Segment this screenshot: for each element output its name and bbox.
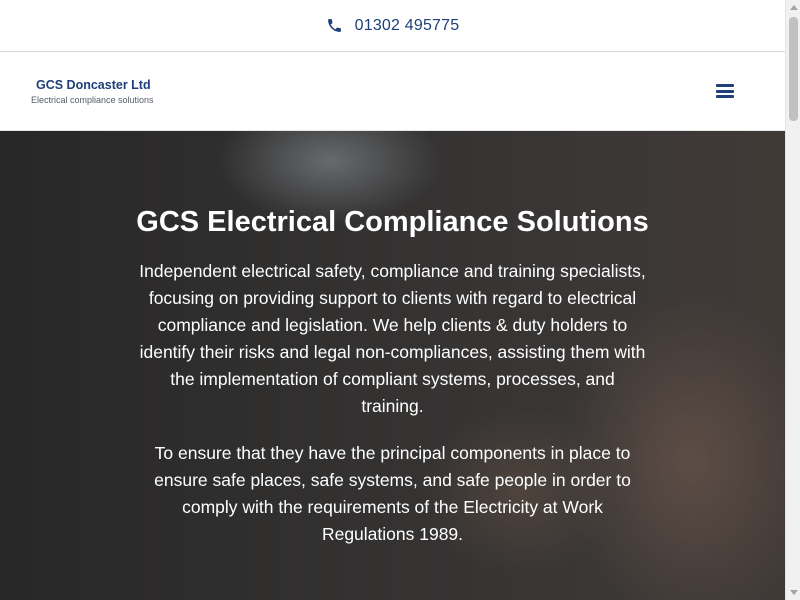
scrollbar-thumb[interactable] bbox=[789, 17, 798, 121]
top-contact-bar: 01302 495775 bbox=[0, 0, 785, 52]
page: 01302 495775 GCS Doncaster Ltd Electrica… bbox=[0, 0, 785, 600]
scroll-up-arrow-icon[interactable] bbox=[786, 0, 800, 15]
site-header: GCS Doncaster Ltd Electrical compliance … bbox=[0, 52, 785, 131]
hero-content: GCS Electrical Compliance Solutions Inde… bbox=[0, 131, 785, 548]
scroll-down-arrow-icon[interactable] bbox=[786, 585, 800, 600]
phone-number: 01302 495775 bbox=[354, 16, 460, 34]
hamburger-menu-icon[interactable] bbox=[716, 82, 734, 100]
menu-bar bbox=[716, 95, 734, 98]
hero-title: GCS Electrical Compliance Solutions bbox=[136, 206, 649, 238]
phone-icon bbox=[326, 17, 343, 34]
site-logo[interactable]: GCS Doncaster Ltd Electrical compliance … bbox=[31, 78, 154, 106]
logo-title: GCS Doncaster Ltd bbox=[36, 78, 151, 92]
hero-section: GCS Electrical Compliance Solutions Inde… bbox=[0, 131, 785, 600]
menu-bar bbox=[716, 89, 734, 93]
hero-paragraph-compliance: To ensure that they have the principal c… bbox=[154, 443, 631, 544]
hero-paragraph-intro: Independent electrical safety, complianc… bbox=[139, 261, 646, 416]
logo-subtitle: Electrical compliance solutions bbox=[31, 95, 154, 105]
phone-link[interactable]: 01302 495775 bbox=[326, 17, 460, 35]
vertical-scrollbar[interactable] bbox=[785, 0, 800, 600]
menu-bar bbox=[716, 84, 734, 87]
